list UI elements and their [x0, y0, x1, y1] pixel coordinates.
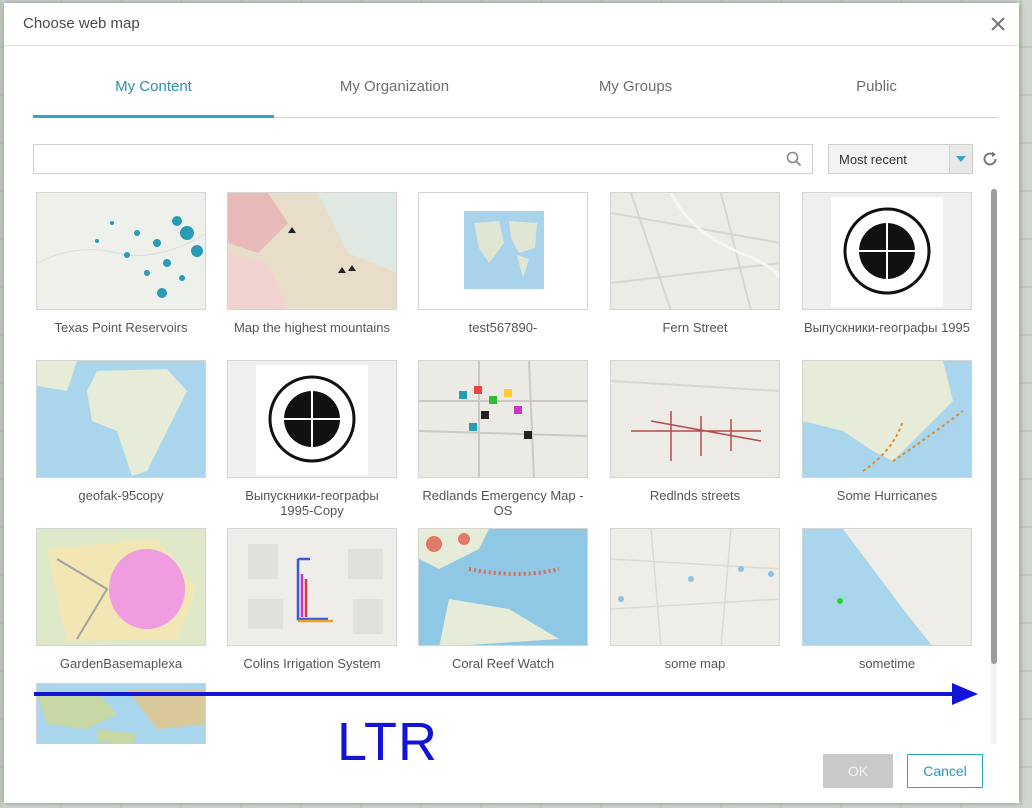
- map-title: Colins Irrigation System: [243, 656, 381, 671]
- map-card[interactable]: Coral Reef Watch: [418, 528, 588, 671]
- map-title: Map the highest mountains: [233, 320, 391, 335]
- scrollbar-thumb[interactable]: [991, 189, 997, 664]
- map-card[interactable]: test567890-: [418, 192, 588, 335]
- map-title: Some Hurricanes: [836, 488, 938, 503]
- map-card[interactable]: Выпускники-географы 1995-Copy: [227, 360, 397, 518]
- web-map-grid: Texas Point Reservoirs Map the highest m…: [33, 189, 991, 744]
- map-card[interactable]: Redlands Emergency Map - OS: [418, 360, 588, 518]
- map-card[interactable]: Colins Irrigation System: [227, 528, 397, 671]
- refresh-icon[interactable]: [981, 150, 999, 168]
- choose-web-map-dialog: Choose web map My Content My Organizatio…: [4, 3, 1019, 803]
- tab-my-organization[interactable]: My Organization: [274, 67, 515, 117]
- map-thumbnail: [610, 360, 780, 478]
- search-icon[interactable]: [786, 151, 802, 167]
- map-title: Fern Street: [662, 320, 728, 335]
- map-thumbnail: [227, 360, 397, 478]
- map-card[interactable]: Fern Street: [610, 192, 780, 335]
- dialog-title-bar: Choose web map: [4, 3, 1019, 46]
- map-thumbnail: [227, 528, 397, 646]
- map-thumbnail: [36, 192, 206, 310]
- cancel-button[interactable]: Cancel: [907, 754, 983, 788]
- map-thumbnail: [418, 192, 588, 310]
- map-card[interactable]: Выпускники-географы 1995: [802, 192, 972, 335]
- map-card[interactable]: sometime: [802, 528, 972, 671]
- tab-public[interactable]: Public: [756, 67, 997, 117]
- map-thumbnail: [418, 528, 588, 646]
- sort-dropdown[interactable]: Most recent: [828, 144, 973, 174]
- map-title: Выпускники-географы 1995-Copy: [245, 488, 379, 518]
- map-title: Texas Point Reservoirs: [54, 320, 188, 335]
- ltr-arrow-icon: [34, 683, 978, 705]
- ltr-annotation-label: LTR: [337, 712, 439, 772]
- map-thumbnail: [802, 360, 972, 478]
- map-thumbnail: [36, 528, 206, 646]
- map-card[interactable]: GardenBasemaplexa: [36, 528, 206, 671]
- tab-my-content[interactable]: My Content: [33, 67, 274, 118]
- map-title: Redlands Emergency Map - OS: [422, 488, 584, 518]
- map-thumbnail: [227, 192, 397, 310]
- map-title: Coral Reef Watch: [451, 656, 555, 671]
- map-title: geofak-95copy: [78, 488, 164, 503]
- dialog-title: Choose web map: [23, 15, 140, 32]
- map-thumbnail: [418, 360, 588, 478]
- map-thumbnail: [802, 192, 972, 310]
- sort-selected-label: Most recent: [839, 152, 907, 167]
- map-card[interactable]: Texas Point Reservoirs: [36, 192, 206, 335]
- map-title: Выпускники-географы 1995: [803, 320, 970, 335]
- map-title: test567890-: [468, 320, 538, 335]
- map-thumbnail: [610, 528, 780, 646]
- map-card[interactable]: geofak-95copy: [36, 360, 206, 503]
- close-icon[interactable]: [987, 13, 1009, 35]
- map-card[interactable]: Some Hurricanes: [802, 360, 972, 503]
- map-title: some map: [664, 656, 726, 671]
- map-title: Redlnds streets: [649, 488, 741, 503]
- ok-button[interactable]: OK: [823, 754, 893, 788]
- search-input[interactable]: [40, 149, 784, 171]
- map-card[interactable]: some map: [610, 528, 780, 671]
- map-card[interactable]: Redlnds streets: [610, 360, 780, 503]
- map-thumbnail: [36, 360, 206, 478]
- chevron-down-icon[interactable]: [949, 145, 972, 173]
- map-title: sometime: [858, 656, 916, 671]
- map-thumbnail: [802, 528, 972, 646]
- map-thumbnail: [610, 192, 780, 310]
- source-tabs: My Content My Organization My Groups Pub…: [33, 67, 997, 118]
- search-box: [33, 144, 813, 174]
- map-card[interactable]: Map the highest mountains: [227, 192, 397, 335]
- map-title: GardenBasemaplexa: [59, 656, 183, 671]
- tab-my-groups[interactable]: My Groups: [515, 67, 756, 117]
